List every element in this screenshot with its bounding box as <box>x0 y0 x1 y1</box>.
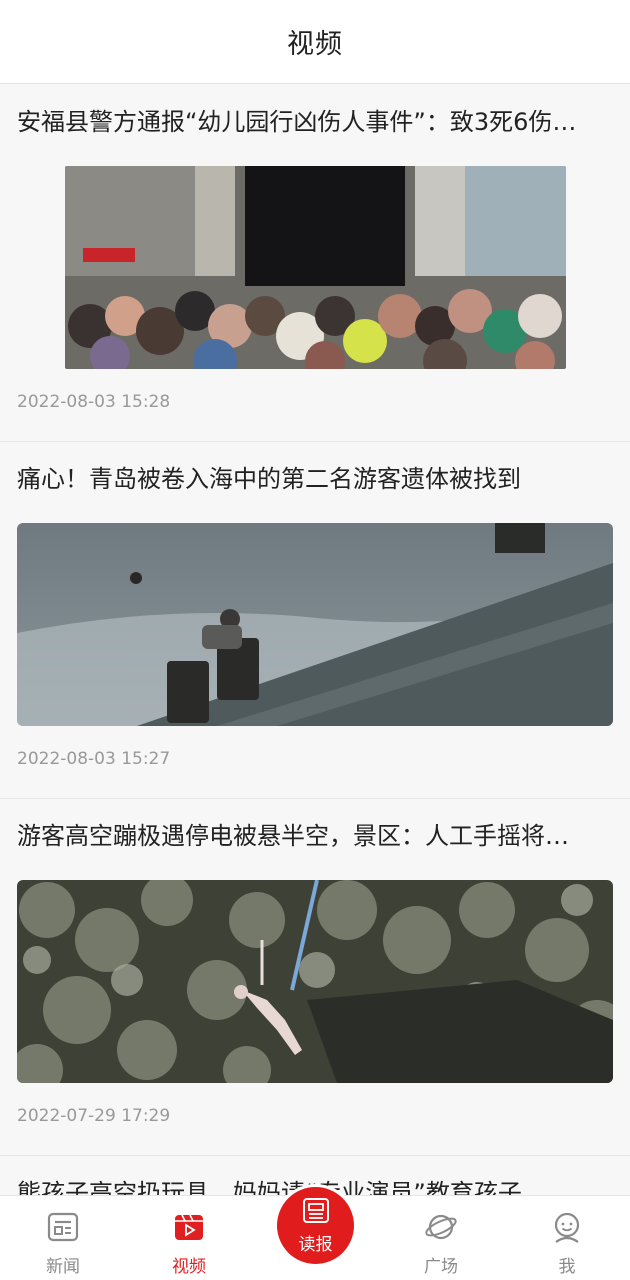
tab-newspaper[interactable]: 读报 <box>252 1184 378 1280</box>
app-header: 视频 <box>0 0 630 84</box>
tab-newspaper-label: 读报 <box>298 1235 333 1255</box>
profile-icon <box>554 1212 580 1243</box>
tab-video-label: 视频 <box>172 1257 206 1277</box>
video-date: 2022-08-03 15:27 <box>17 749 171 769</box>
video-card[interactable]: 安福县警方通报“幼儿园行凶伤人事件”：致3死6伤… 2022-08-03 15:… <box>0 85 630 442</box>
video-headline[interactable]: 安福县警方通报“幼儿园行凶伤人事件”：致3死6伤… <box>17 85 613 155</box>
newspaper-icon <box>302 1198 329 1223</box>
tab-news-label: 新闻 <box>46 1257 80 1277</box>
tab-video[interactable]: 视频 <box>126 1196 252 1280</box>
video-feed[interactable]: 安福县警方通报“幼儿园行凶伤人事件”：致3死6伤… 2022-08-03 15:… <box>0 85 630 1195</box>
video-icon <box>175 1214 203 1240</box>
tab-news[interactable]: 新闻 <box>0 1196 126 1280</box>
video-headline[interactable]: 游客高空蹦极遇停电被悬半空，景区：人工手摇将… <box>17 799 613 869</box>
tab-square-label: 广场 <box>424 1257 458 1277</box>
tab-square[interactable]: 广场 <box>378 1196 504 1280</box>
read-newspaper-button[interactable]: 读报 <box>274 1184 357 1267</box>
news-icon <box>47 1212 79 1242</box>
tab-me[interactable]: 我 <box>504 1196 630 1280</box>
video-card[interactable]: 游客高空蹦极遇停电被悬半空，景区：人工手摇将… 2022-07-29 17:29 <box>0 799 630 1156</box>
tab-me-label: 我 <box>558 1257 576 1277</box>
video-date: 2022-08-03 15:28 <box>17 392 171 412</box>
video-thumbnail[interactable] <box>17 880 613 1083</box>
page-title: 视频 <box>287 29 343 60</box>
planet-icon <box>425 1214 457 1240</box>
video-thumbnail[interactable] <box>17 523 613 726</box>
video-headline[interactable]: 痛心！青岛被卷入海中的第二名游客遗体被找到 <box>17 442 613 512</box>
bottom-tab-bar: 新闻 视频 读报 广场 我 <box>0 1184 630 1280</box>
video-card[interactable]: 痛心！青岛被卷入海中的第二名游客遗体被找到 2022-08-03 15:27 <box>0 442 630 799</box>
video-thumbnail[interactable] <box>65 166 566 369</box>
video-date: 2022-07-29 17:29 <box>17 1106 171 1126</box>
